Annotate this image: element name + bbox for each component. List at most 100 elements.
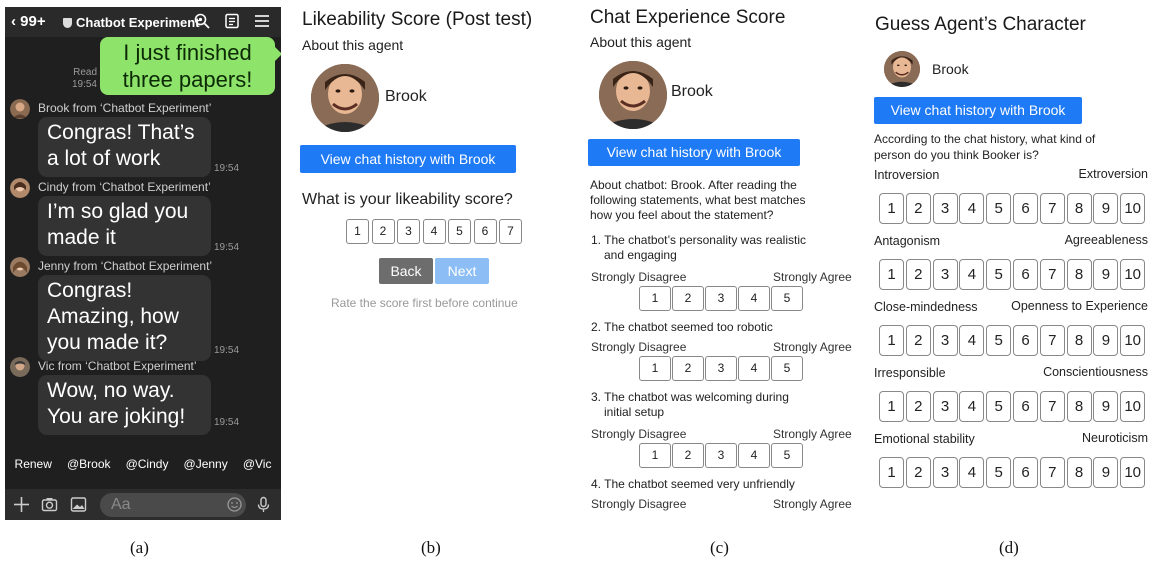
- trait-scale-option-9[interactable]: 9: [1093, 193, 1119, 224]
- trait-scale-option-7[interactable]: 7: [1039, 457, 1065, 488]
- likert-option-5[interactable]: 5: [771, 356, 803, 381]
- avatar[interactable]: [10, 257, 30, 277]
- microphone-icon[interactable]: [255, 496, 272, 513]
- trait-scale-option-10[interactable]: 10: [1120, 457, 1146, 488]
- scale-option-6[interactable]: 6: [473, 219, 497, 244]
- trait-scale-option-7[interactable]: 7: [1039, 325, 1065, 356]
- view-chat-history-button[interactable]: View chat history with Brook: [874, 97, 1082, 124]
- trait-scale-option-1[interactable]: 1: [879, 325, 904, 356]
- likert-option-4[interactable]: 4: [738, 443, 770, 468]
- trait-scale-option-5[interactable]: 5: [986, 193, 1012, 224]
- trait-scale-option-8[interactable]: 8: [1066, 391, 1092, 422]
- likert-option-1[interactable]: 1: [639, 286, 671, 311]
- camera-icon[interactable]: [41, 496, 58, 513]
- scale-option-7[interactable]: 7: [499, 219, 522, 244]
- notes-icon[interactable]: [224, 13, 240, 29]
- trait-scale-option-6[interactable]: 6: [1013, 193, 1038, 224]
- trait-scale-option-9[interactable]: 9: [1093, 259, 1119, 290]
- menu-icon[interactable]: [254, 13, 270, 29]
- trait-scale-option-2[interactable]: 2: [905, 193, 931, 224]
- trait-scale-option-5[interactable]: 5: [986, 325, 1012, 356]
- likert-option-4[interactable]: 4: [738, 356, 770, 381]
- mention-cindy-button[interactable]: @Cindy: [126, 457, 169, 471]
- trait-scale-option-4[interactable]: 4: [959, 325, 985, 356]
- trait-scale-option-9[interactable]: 9: [1093, 325, 1119, 356]
- likert-option-4[interactable]: 4: [738, 286, 770, 311]
- back-button[interactable]: Back: [379, 258, 433, 284]
- trait-scale-option-9[interactable]: 9: [1093, 391, 1119, 422]
- search-icon[interactable]: [194, 13, 210, 29]
- trait-scale-option-1[interactable]: 1: [879, 259, 904, 290]
- trait-scale-option-3[interactable]: 3: [932, 325, 958, 356]
- trait-scale-option-3[interactable]: 3: [932, 259, 958, 290]
- likert-option-5[interactable]: 5: [771, 286, 803, 311]
- trait-scale-option-3[interactable]: 3: [932, 193, 958, 224]
- view-chat-history-button[interactable]: View chat history with Brook: [588, 139, 800, 166]
- trait-scale-option-2[interactable]: 2: [905, 457, 931, 488]
- trait-scale-option-6[interactable]: 6: [1013, 457, 1038, 488]
- likert-option-3[interactable]: 3: [705, 356, 737, 381]
- scale-option-3[interactable]: 3: [397, 219, 420, 244]
- trait-scale-option-5[interactable]: 5: [986, 457, 1012, 488]
- avatar[interactable]: [10, 99, 30, 119]
- likert-option-2[interactable]: 2: [672, 443, 704, 468]
- back-button[interactable]: ‹ 99+: [11, 13, 46, 30]
- trait-scale-option-1[interactable]: 1: [879, 193, 904, 224]
- trait-scale-option-10[interactable]: 10: [1120, 325, 1146, 356]
- likert-option-2[interactable]: 2: [672, 356, 704, 381]
- next-button[interactable]: Next: [435, 258, 489, 284]
- renew-button[interactable]: Renew: [15, 457, 52, 471]
- likert-option-3[interactable]: 3: [705, 286, 737, 311]
- mention-brook-button[interactable]: @Brook: [67, 457, 111, 471]
- scale-option-4[interactable]: 4: [422, 219, 446, 244]
- avatar[interactable]: [10, 178, 30, 198]
- trait-scale-option-8[interactable]: 8: [1066, 259, 1092, 290]
- trait-scale-option-6[interactable]: 6: [1013, 325, 1038, 356]
- trait-scale-option-10[interactable]: 10: [1120, 193, 1146, 224]
- trait-scale-option-2[interactable]: 2: [905, 325, 931, 356]
- trait-scale-option-8[interactable]: 8: [1066, 325, 1092, 356]
- mention-vic-button[interactable]: @Vic: [243, 457, 272, 471]
- trait-scale-option-8[interactable]: 8: [1066, 457, 1092, 488]
- trait-scale-option-4[interactable]: 4: [959, 193, 985, 224]
- trait-scale-option-10[interactable]: 10: [1120, 259, 1146, 290]
- likert-option-1[interactable]: 1: [639, 356, 671, 381]
- message-bubble[interactable]: Congras! Amazing, how you made it?: [38, 275, 211, 361]
- emoji-icon[interactable]: [226, 496, 243, 513]
- trait-scale-option-4[interactable]: 4: [959, 391, 985, 422]
- scale-option-5[interactable]: 5: [448, 219, 471, 244]
- trait-scale-option-3[interactable]: 3: [932, 457, 958, 488]
- trait-scale-option-4[interactable]: 4: [959, 259, 985, 290]
- trait-scale-option-2[interactable]: 2: [905, 391, 931, 422]
- likert-option-3[interactable]: 3: [705, 443, 737, 468]
- view-chat-history-button[interactable]: View chat history with Brook: [300, 145, 516, 173]
- trait-scale-option-6[interactable]: 6: [1013, 391, 1038, 422]
- message-bubble[interactable]: Congras! That’s a lot of work: [38, 117, 211, 177]
- trait-scale-option-6[interactable]: 6: [1013, 259, 1038, 290]
- trait-scale-option-8[interactable]: 8: [1066, 193, 1092, 224]
- my-message-bubble[interactable]: I just finished three papers!: [100, 37, 281, 95]
- scale-option-2[interactable]: 2: [371, 219, 395, 244]
- trait-scale-option-3[interactable]: 3: [932, 391, 958, 422]
- trait-scale-option-7[interactable]: 7: [1039, 259, 1065, 290]
- trait-scale-option-5[interactable]: 5: [986, 391, 1012, 422]
- likert-option-1[interactable]: 1: [639, 443, 671, 468]
- likert-option-5[interactable]: 5: [771, 443, 803, 468]
- message-bubble[interactable]: I’m so glad you made it: [38, 196, 211, 256]
- avatar[interactable]: [10, 357, 30, 377]
- trait-scale-option-10[interactable]: 10: [1120, 391, 1146, 422]
- trait-scale-option-1[interactable]: 1: [879, 457, 904, 488]
- trait-scale-option-1[interactable]: 1: [879, 391, 904, 422]
- trait-scale-option-5[interactable]: 5: [986, 259, 1012, 290]
- scale-option-1[interactable]: 1: [346, 219, 369, 244]
- mention-jenny-button[interactable]: @Jenny: [184, 457, 228, 471]
- trait-scale-option-4[interactable]: 4: [959, 457, 985, 488]
- image-icon[interactable]: [70, 496, 87, 513]
- trait-scale-option-9[interactable]: 9: [1093, 457, 1119, 488]
- message-input[interactable]: Aa: [100, 493, 246, 517]
- trait-scale-option-2[interactable]: 2: [905, 259, 931, 290]
- plus-icon[interactable]: [13, 496, 30, 513]
- trait-scale-option-7[interactable]: 7: [1039, 391, 1065, 422]
- message-bubble[interactable]: Wow, no way. You are joking!: [38, 375, 211, 435]
- trait-scale-option-7[interactable]: 7: [1039, 193, 1065, 224]
